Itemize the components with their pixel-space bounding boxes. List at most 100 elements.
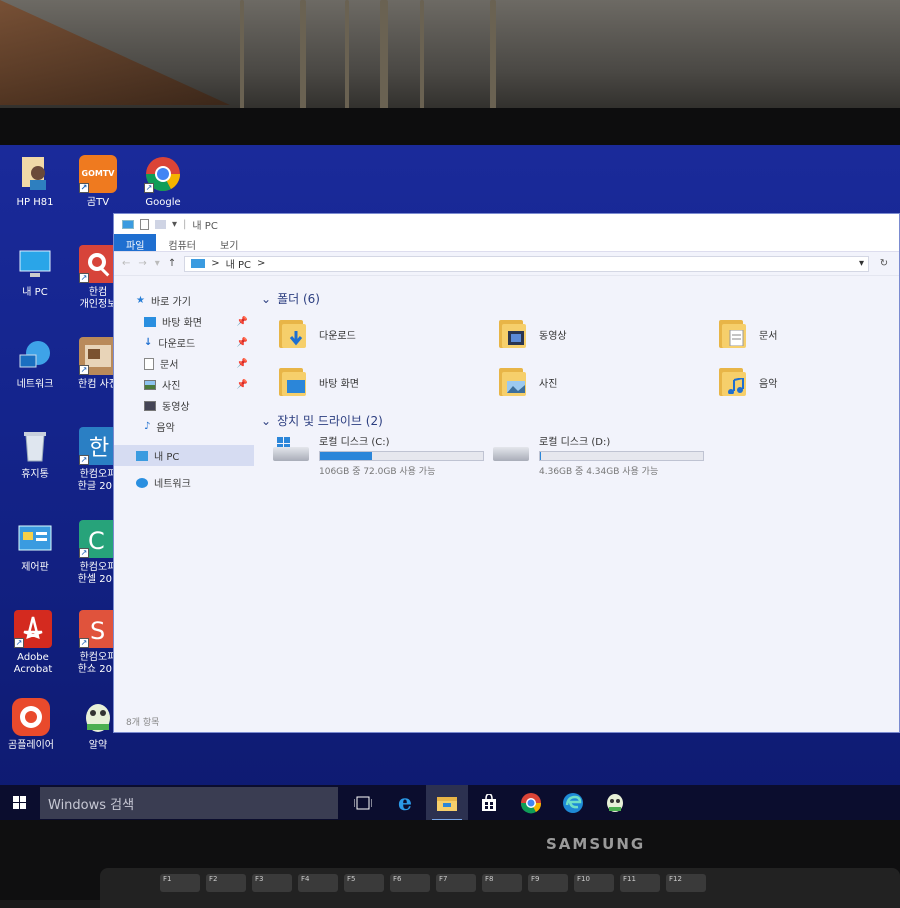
- folder-label: 바탕 화면: [319, 378, 359, 390]
- cable: [420, 0, 424, 110]
- nav-label: 사진: [162, 381, 181, 392]
- drive-d[interactable]: 로컬 디스크 (D:) 4.36GB 중 4.34GB 사용 가능: [493, 433, 704, 477]
- taskbar-search-box[interactable]: Windows 검색: [40, 787, 338, 819]
- star-icon: ★: [136, 295, 145, 306]
- desktop-icon-label: 휴지통: [21, 469, 49, 480]
- task-view-icon[interactable]: [342, 785, 384, 820]
- path-separator: >: [211, 258, 220, 269]
- keyboard-key: F6: [390, 874, 430, 892]
- desktop-icon-label: 곰플레이어: [8, 740, 54, 751]
- monitor-bezel-top: [0, 108, 900, 148]
- nav-item-videos[interactable]: 동영상: [114, 395, 254, 416]
- picture-icon: [144, 379, 156, 390]
- keyboard-key: F7: [436, 874, 476, 892]
- tab-computer[interactable]: 컴퓨터: [156, 234, 208, 252]
- gomtv-icon: GOMTV ↗: [79, 155, 117, 193]
- desktop-icon-gomplayer[interactable]: 곰플레이어: [0, 698, 66, 752]
- tab-view[interactable]: 보기: [208, 234, 250, 252]
- hancom-privacy-icon: ↗: [79, 245, 117, 283]
- nav-network[interactable]: 네트워크: [114, 472, 254, 493]
- keyboard-key: F10: [574, 874, 614, 892]
- desktop-icon-control-panel[interactable]: 제어판: [0, 520, 70, 574]
- group-title: 장치 및 드라이브 (2): [277, 414, 383, 428]
- acrobat-icon: ↗: [14, 610, 52, 648]
- desktop-icon-this-pc[interactable]: 내 PC: [0, 245, 70, 299]
- hancell-icon: C ↗: [79, 520, 117, 558]
- up-arrow-icon[interactable]: ↑: [168, 258, 176, 269]
- nav-label: 네트워크: [154, 479, 191, 490]
- desktop-icon-gomtv[interactable]: GOMTV ↗ 곰TV: [63, 155, 133, 209]
- file-explorer-window: ▾ | 내 PC 파일 컴퓨터 보기 ← → ▾ ↑ > 내 PC > ▾ ↻: [113, 213, 900, 733]
- music-icon: ♪: [144, 421, 151, 432]
- keyboard-key: F5: [344, 874, 384, 892]
- nav-label: 바로 가기: [150, 297, 191, 308]
- content-pane: ⌄ 폴더 (6) 다운로드 동영상 문서 바탕 화면 사진 음악 ⌄ 장치 및 …: [259, 278, 899, 708]
- edge-icon[interactable]: [552, 785, 594, 820]
- desktop-icon-network[interactable]: 네트워크: [0, 337, 70, 391]
- nav-item-downloads[interactable]: ↓ 다운로드 📌: [114, 332, 254, 353]
- gomplayer-icon: [12, 698, 50, 736]
- file-explorer-icon[interactable]: [426, 785, 468, 820]
- keyboard-key: F8: [482, 874, 522, 892]
- shortcut-arrow-icon: ↗: [14, 638, 24, 648]
- music-folder-icon: [719, 366, 751, 398]
- chrome-icon[interactable]: [510, 785, 552, 820]
- address-path-box[interactable]: > 내 PC > ▾: [184, 255, 869, 272]
- keyboard-key: F9: [528, 874, 568, 892]
- computer-icon: [191, 259, 206, 268]
- desktop-icon-recycle-bin[interactable]: 휴지통: [0, 427, 70, 481]
- tab-file[interactable]: 파일: [114, 234, 157, 252]
- desktop-icon-hp-h81[interactable]: HP H81: [0, 155, 70, 209]
- cable: [490, 0, 496, 110]
- hancom-photo-icon: ↗: [79, 337, 117, 375]
- back-arrow-icon[interactable]: ←: [122, 258, 130, 269]
- folders-group-header[interactable]: ⌄ 폴더 (6): [261, 290, 320, 307]
- drive-c[interactable]: 로컬 디스크 (C:) 106GB 중 72.0GB 사용 가능: [273, 433, 484, 477]
- nav-this-pc[interactable]: 내 PC: [114, 445, 254, 466]
- folder-videos[interactable]: 동영상: [499, 318, 567, 350]
- nav-item-pictures[interactable]: 사진 📌: [114, 374, 254, 395]
- start-button[interactable]: [0, 785, 40, 820]
- refresh-icon[interactable]: ↻: [877, 258, 891, 269]
- nav-item-music[interactable]: ♪ 음악: [114, 416, 254, 437]
- folder-documents[interactable]: 문서: [719, 318, 777, 350]
- folder-music[interactable]: 음악: [719, 366, 777, 398]
- folder-desktop[interactable]: 바탕 화면: [279, 366, 359, 398]
- nav-label: 내 PC: [154, 452, 180, 463]
- document-icon: [144, 357, 154, 370]
- nav-item-documents[interactable]: 문서 📌: [114, 353, 254, 374]
- nav-quick-access[interactable]: ★ 바로 가기: [114, 290, 254, 311]
- store-icon[interactable]: [468, 785, 510, 820]
- new-folder-icon[interactable]: [155, 219, 166, 229]
- folder-pictures[interactable]: 사진: [499, 366, 557, 398]
- videos-folder-icon: [499, 318, 531, 350]
- address-dropdown-icon[interactable]: ▾: [859, 258, 868, 269]
- navigation-pane: ★ 바로 가기 바탕 화면 📌 ↓ 다운로드 📌 문서 📌 사진 �: [114, 278, 254, 708]
- desktop-icon-label: 제어판: [21, 562, 49, 573]
- nav-item-desktop[interactable]: 바탕 화면 📌: [114, 311, 254, 332]
- ie-icon[interactable]: e: [384, 785, 426, 820]
- gomtv-badge: GOMTV: [81, 169, 115, 178]
- ribbon-tabs: 파일 컴퓨터 보기: [114, 234, 899, 252]
- pin-icon: 📌: [236, 337, 248, 348]
- window-title-separator: |: [183, 218, 187, 230]
- svg-text:한: 한: [89, 436, 109, 461]
- video-icon: [144, 400, 156, 411]
- alyac-icon[interactable]: [594, 785, 636, 820]
- folder-downloads[interactable]: 다운로드: [279, 318, 356, 350]
- nav-label: 다운로드: [158, 339, 196, 350]
- shortcut-arrow-icon: ↗: [144, 183, 154, 193]
- drives-group-header[interactable]: ⌄ 장치 및 드라이브 (2): [261, 412, 383, 429]
- quick-access-dropdown-icon[interactable]: ▾: [172, 219, 177, 230]
- desktop-icon-adobe-acrobat[interactable]: ↗ Adobe Acrobat: [0, 610, 68, 676]
- monitor-brand-logo: SAMSUNG: [546, 835, 646, 853]
- properties-icon[interactable]: [140, 218, 149, 230]
- path-segment-this-pc[interactable]: 내 PC: [226, 256, 251, 271]
- desktop-icon: [144, 316, 156, 327]
- forward-arrow-icon[interactable]: →: [138, 258, 146, 269]
- keyboard-key: F12: [666, 874, 706, 892]
- recent-dropdown-icon[interactable]: ▾: [155, 258, 160, 269]
- window-titlebar: ▾ | 내 PC: [114, 214, 899, 234]
- drive-name: 로컬 디스크 (C:): [319, 437, 390, 448]
- desktop-icon-google[interactable]: ↗ Google: [128, 155, 198, 209]
